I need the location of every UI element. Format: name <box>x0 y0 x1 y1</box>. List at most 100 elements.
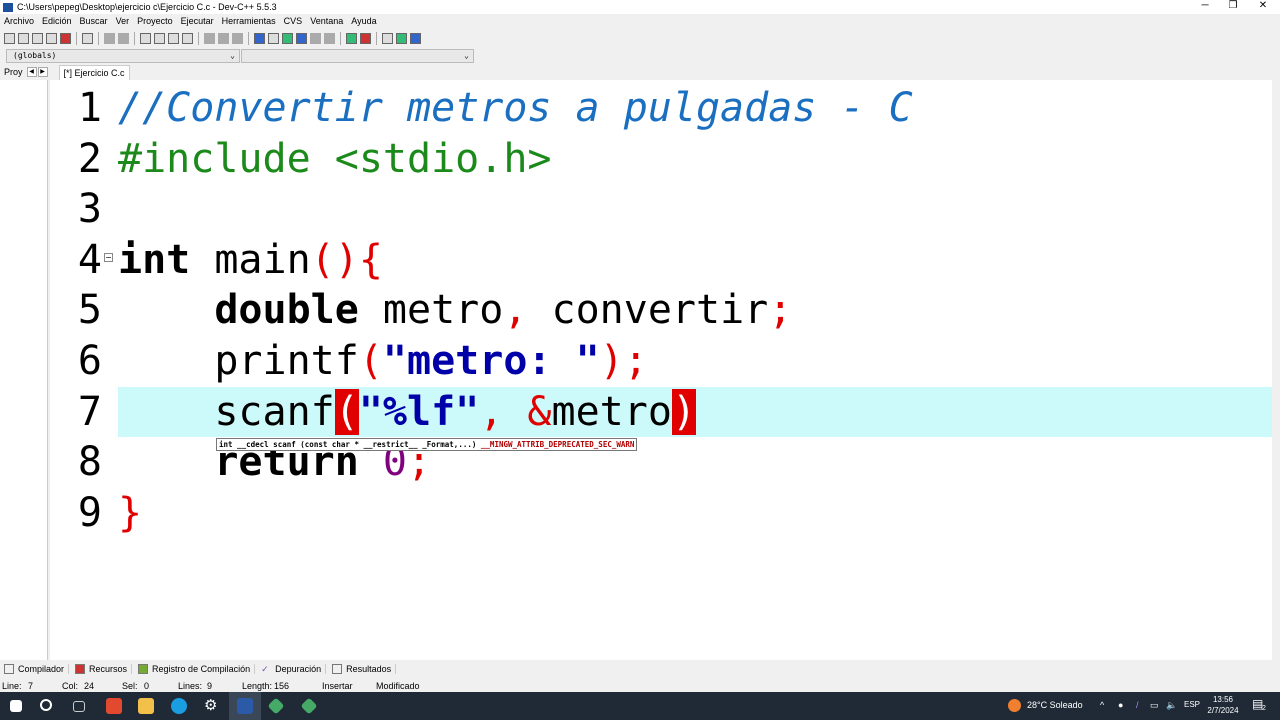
clock-time[interactable]: 13:56 <box>1208 695 1238 704</box>
undo-icon[interactable] <box>104 32 115 44</box>
tab-scroll-right-icon[interactable]: ▶ <box>37 67 48 77</box>
code-token-id: convertir <box>527 287 769 334</box>
clock-date[interactable]: 2/7/2024 <box>1204 706 1242 715</box>
bracket-match-highlight: ) <box>671 388 697 435</box>
task-view-icon[interactable] <box>73 701 85 712</box>
menu-herramientas[interactable]: Herramientas <box>222 16 276 26</box>
tab-resultados[interactable]: Resultados <box>332 663 397 674</box>
tab-project[interactable]: Proy <box>0 67 27 77</box>
pen-icon[interactable]: / <box>1136 700 1139 710</box>
open-icon[interactable] <box>18 32 29 44</box>
indent-icon[interactable] <box>168 32 179 44</box>
help-icon[interactable] <box>410 32 421 44</box>
toolbar-separator <box>134 31 135 45</box>
tab-label: Compilador <box>18 663 65 674</box>
toggle-bookmark-icon[interactable] <box>232 32 243 44</box>
code-line[interactable]: 9} <box>50 488 1272 539</box>
redo-icon[interactable] <box>118 32 129 44</box>
grid-icon <box>4 663 14 674</box>
scope-select[interactable]: (globals) ⌄ <box>6 49 240 63</box>
menu-ver[interactable]: Ver <box>116 16 130 26</box>
code-line[interactable]: 7 scanf("%lf", &metro) <box>50 386 1272 438</box>
check-syntax-icon[interactable] <box>310 32 321 44</box>
fold-toggle-icon[interactable]: − <box>104 252 113 262</box>
code-token-id: metro <box>358 287 504 334</box>
menu-archivo[interactable]: Archivo <box>4 16 34 26</box>
code-token-id: metro <box>551 388 672 435</box>
compile-run-icon[interactable] <box>282 32 293 44</box>
microphone-icon[interactable]: ● <box>1118 700 1123 710</box>
network-icon[interactable]: ▭ <box>1150 700 1159 711</box>
settings-gear-icon[interactable]: ⚙ <box>204 698 220 714</box>
tab-ejercicio-c[interactable]: [*] Ejercicio C.c <box>58 64 130 80</box>
code-line[interactable]: 5 double metro, convertir; <box>50 285 1272 336</box>
tooltip-warning: __MINGW_ATTRIB_DEPRECATED_SEC_WARN <box>480 440 635 449</box>
status-mode: Insertar <box>322 681 353 691</box>
menu-ayuda[interactable]: Ayuda <box>351 16 376 26</box>
devcpp-taskbar-icon[interactable] <box>237 698 253 714</box>
close-file-icon[interactable] <box>60 32 71 44</box>
code-line[interactable]: 1 //Convertir metros a pulgadas - C <box>50 83 1272 134</box>
goto-icon[interactable] <box>382 32 393 44</box>
tab-compilador[interactable]: Compilador <box>4 663 70 674</box>
code-line[interactable]: 2 #include <stdio.h> <box>50 134 1272 185</box>
code-token-sym: , & <box>479 388 552 435</box>
stop-icon[interactable] <box>324 32 335 44</box>
code-text: printf("metro: "); <box>118 336 1272 387</box>
rebuild-icon[interactable] <box>296 32 307 44</box>
language-indicator[interactable]: ESP <box>1184 700 1200 709</box>
menu-buscar[interactable]: Buscar <box>80 16 108 26</box>
brave-browser-icon[interactable] <box>106 698 122 714</box>
tab-label: Depuración <box>275 663 322 674</box>
menu-cvs[interactable]: CVS <box>284 16 303 26</box>
menu-ventana[interactable]: Ventana <box>310 16 343 26</box>
print-icon[interactable] <box>82 32 93 44</box>
toolbar-separator <box>340 31 341 45</box>
minimize-button[interactable]: ─ <box>1190 0 1220 11</box>
exit-icon[interactable] <box>396 32 407 44</box>
replace-icon[interactable] <box>154 32 165 44</box>
chevron-up-icon[interactable]: ^ <box>1100 700 1104 710</box>
weather-sun-icon[interactable] <box>1008 699 1021 712</box>
menu-edicion[interactable]: Edición <box>42 16 72 26</box>
maximize-button[interactable]: ❐ <box>1218 0 1248 11</box>
windows-start-icon[interactable] <box>10 700 22 712</box>
save-icon[interactable] <box>32 32 43 44</box>
find-icon[interactable] <box>140 32 151 44</box>
member-select[interactable]: ⌄ <box>241 49 474 63</box>
check-icon: ✓ <box>261 663 269 674</box>
chart-icon[interactable] <box>346 32 357 44</box>
tab-scroll-left-icon[interactable]: ◀ <box>26 67 37 77</box>
tab-registro[interactable]: Registro de Compilación <box>138 663 256 674</box>
close-button[interactable]: ✕ <box>1248 0 1278 11</box>
save-all-icon[interactable] <box>46 32 57 44</box>
menu-proyecto[interactable]: Proyecto <box>137 16 173 26</box>
tab-depuracion[interactable]: ✓ Depuración <box>261 663 327 674</box>
menu-ejecutar[interactable]: Ejecutar <box>181 16 214 26</box>
edge-browser-icon[interactable] <box>171 698 187 714</box>
file-explorer-icon[interactable] <box>138 698 154 714</box>
code-line[interactable]: 4− int main(){ <box>50 235 1272 286</box>
weather-text[interactable]: 28°C Soleado <box>1027 700 1083 710</box>
code-token-str: "metro: " <box>382 338 600 384</box>
run-icon[interactable] <box>268 32 279 44</box>
bookmark-next-icon[interactable] <box>218 32 229 44</box>
app-icon-2[interactable] <box>300 697 318 715</box>
tab-recursos[interactable]: Recursos <box>75 663 133 674</box>
line-number: 3 <box>77 186 102 233</box>
profile-delete-icon[interactable] <box>360 32 371 44</box>
code-text: int main(){ <box>118 235 1272 286</box>
code-line[interactable]: 6 printf("metro: "); <box>50 336 1272 387</box>
code-line[interactable]: 3 <box>50 184 1272 235</box>
code-editor[interactable]: 1 //Convertir metros a pulgadas - C 2 #incl… <box>50 80 1272 660</box>
taskbar: ⚙ 28°C Soleado ^ ● / ▭ 🔈 ESP 13:56 2/7/2… <box>0 692 1280 720</box>
bookmark-prev-icon[interactable] <box>204 32 215 44</box>
tab-label: Registro de Compilación <box>152 663 251 674</box>
search-icon[interactable] <box>40 699 52 711</box>
app-icon[interactable] <box>267 697 285 715</box>
vertical-scrollbar[interactable] <box>1272 80 1280 660</box>
compile-icon[interactable] <box>254 32 265 44</box>
new-file-icon[interactable] <box>4 32 15 44</box>
unindent-icon[interactable] <box>182 32 193 44</box>
volume-icon[interactable]: 🔈 <box>1166 700 1177 711</box>
